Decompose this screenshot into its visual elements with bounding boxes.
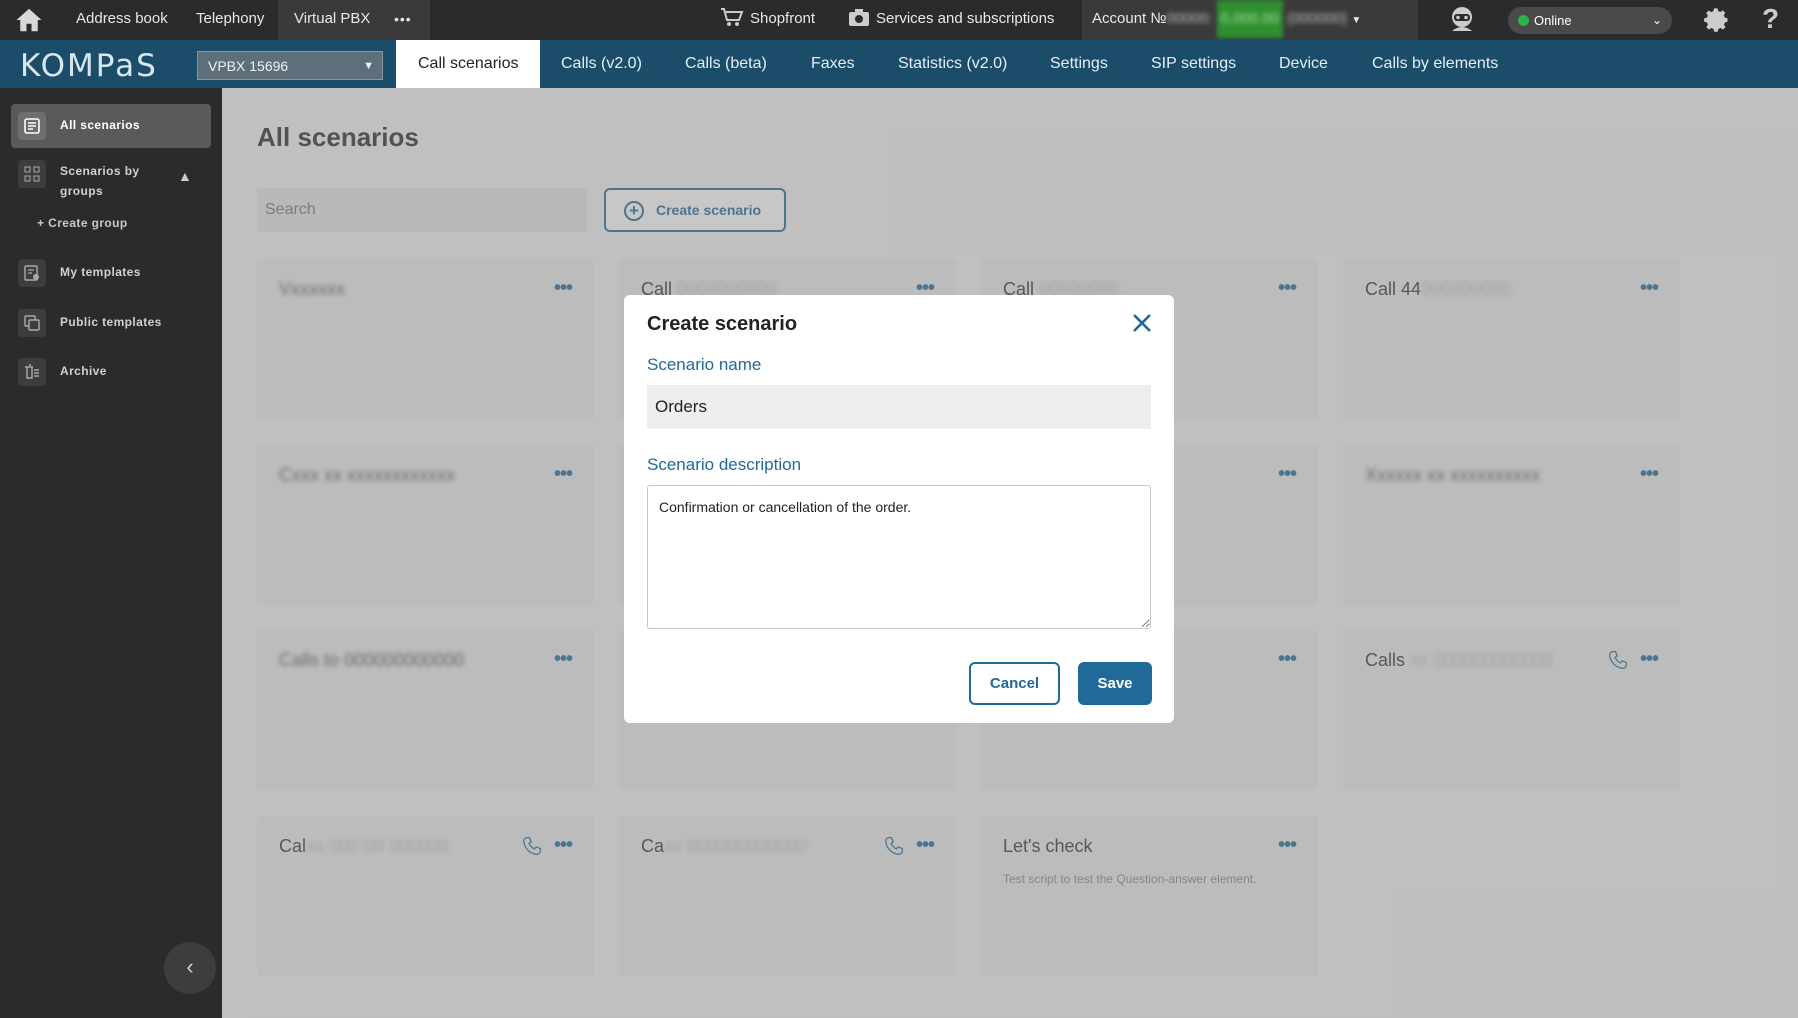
online-dot-icon <box>1518 15 1529 26</box>
tab-calls-v2[interactable]: Calls (v2.0) <box>539 40 664 88</box>
chevron-down-icon: ▼ <box>1351 15 1362 26</box>
scenario-description-label: Scenario description <box>647 455 802 474</box>
document-icon <box>18 112 46 140</box>
virtual-pbx-label: Virtual PBX <box>294 10 371 27</box>
home-icon[interactable] <box>14 0 46 40</box>
tab-calls-beta[interactable]: Calls (beta) <box>663 40 789 88</box>
collapse-sidebar-button[interactable]: ‹ <box>164 942 216 994</box>
tab-faxes[interactable]: Faxes <box>789 40 877 88</box>
cancel-button[interactable]: Cancel <box>969 662 1060 705</box>
camera-icon <box>849 9 869 26</box>
status-select[interactable]: Online ⌄ <box>1508 7 1672 34</box>
chevron-down-icon: ▼ <box>363 60 374 72</box>
sidebar-item-all-scenarios[interactable]: All scenarios <box>11 104 211 148</box>
support-avatar-icon[interactable] <box>1447 0 1477 40</box>
more-menu-icon[interactable]: ••• <box>394 0 412 40</box>
sidebar-item-public-templates[interactable]: Public templates <box>11 301 211 345</box>
sidebar: All scenarios Scenarios by groups ▲ + Cr… <box>0 88 222 1018</box>
sidebar-item-my-templates[interactable]: My templates <box>11 251 211 295</box>
sidebar-item-label: Scenarios by groups <box>60 164 140 198</box>
sidebar-item-label: Archive <box>60 364 107 378</box>
tab-call-scenarios[interactable]: Call scenarios <box>396 40 541 88</box>
save-button[interactable]: Save <box>1078 662 1152 705</box>
template-icon <box>18 259 46 287</box>
tab-settings[interactable]: Settings <box>1028 40 1130 88</box>
sidebar-item-label: My templates <box>60 265 141 279</box>
dialog-title: Create scenario <box>647 313 798 335</box>
tab-sip-settings[interactable]: SIP settings <box>1129 40 1258 88</box>
tab-calls-by-elements[interactable]: Calls by elements <box>1350 40 1520 88</box>
create-scenario-dialog: Create scenario Scenario name Scenario d… <box>624 295 1174 723</box>
chevron-up-icon[interactable]: ▲ <box>178 168 192 184</box>
account-number-redacted: 00000: <box>1166 10 1213 27</box>
scenario-description-textarea[interactable]: Confirmation or cancellation of the orde… <box>647 485 1151 629</box>
cart-icon <box>721 8 744 26</box>
pbx-select-value: VPBX 15696 <box>208 58 289 74</box>
shopfront-link[interactable]: Shopfront <box>720 0 815 40</box>
tab-device[interactable]: Device <box>1257 40 1350 88</box>
archive-icon <box>18 358 46 386</box>
account-extra-redacted: (000000) <box>1287 10 1348 27</box>
nav-bar: KOMPaS VPBX 15696 ▼ Call scenarios Calls… <box>0 40 1798 88</box>
sidebar-item-label: Public templates <box>60 315 162 329</box>
copy-icon <box>18 309 46 337</box>
close-icon[interactable] <box>1130 311 1154 335</box>
address-book-link[interactable]: Address book <box>76 0 168 40</box>
chevron-down-icon: ⌄ <box>1651 13 1662 27</box>
sidebar-item-scenarios-by-groups[interactable]: Scenarios by groups ▲ <box>11 152 211 204</box>
account-label: Account № <box>1092 10 1167 27</box>
tab-statistics[interactable]: Statistics (v2.0) <box>876 40 1029 88</box>
pbx-select[interactable]: VPBX 15696 ▼ <box>197 51 383 80</box>
services-label: Services and subscriptions <box>876 10 1055 27</box>
gear-icon[interactable] <box>1703 0 1731 40</box>
scenario-name-label: Scenario name <box>647 355 762 374</box>
services-link[interactable]: Services and subscriptions <box>848 0 1054 40</box>
balance-redacted: 0,000.00 <box>1216 0 1283 38</box>
scenario-name-input[interactable] <box>647 385 1151 429</box>
create-group-link[interactable]: + Create group <box>37 216 128 230</box>
sidebar-item-label: All scenarios <box>60 118 140 132</box>
shopfront-label: Shopfront <box>750 10 816 27</box>
telephony-link[interactable]: Telephony <box>196 0 264 40</box>
account-selector[interactable]: Account №00000: 0,000.00 (000000) ▼ <box>1082 0 1418 40</box>
help-icon[interactable]: ? <box>1762 0 1779 40</box>
grid-icon <box>18 160 46 188</box>
kompas-logo: KOMPaS <box>20 48 158 84</box>
status-value: Online <box>1534 13 1572 28</box>
top-bar: Address book Telephony Virtual PBX ••• S… <box>0 0 1798 40</box>
chevron-left-icon: ‹ <box>186 954 194 979</box>
sidebar-item-archive[interactable]: Archive <box>11 350 211 394</box>
